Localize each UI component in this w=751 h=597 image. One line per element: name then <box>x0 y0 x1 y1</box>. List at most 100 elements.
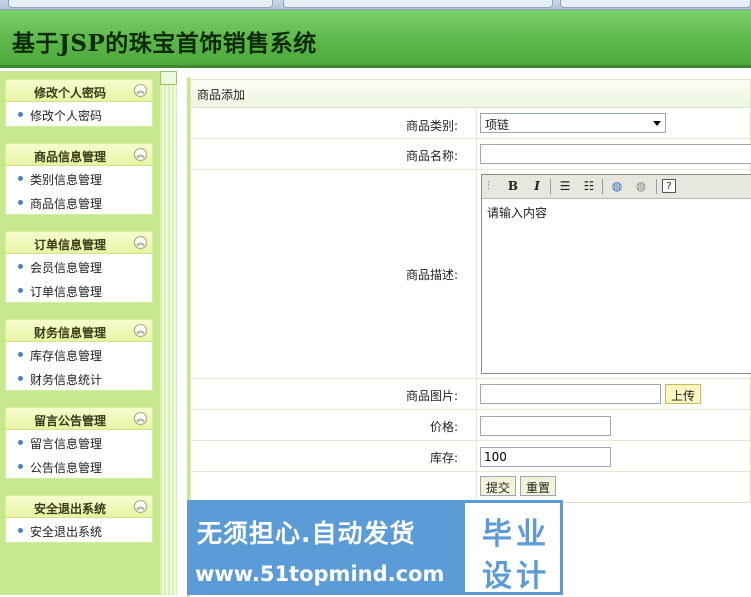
product-name-input[interactable] <box>480 144 751 164</box>
divider <box>476 441 477 471</box>
help-icon[interactable]: ? <box>662 179 676 193</box>
sidebar-item-label: 财务信息统计 <box>30 373 103 387</box>
insert-link-icon[interactable]: ◍ <box>608 178 626 195</box>
sidebar-item-stock[interactable]: 库存信息管理 <box>6 342 152 366</box>
form-row-price: 价格: <box>191 410 750 441</box>
sidebar-item-logout[interactable]: 安全退出系统 <box>6 518 152 542</box>
splitter-handle[interactable] <box>160 71 177 85</box>
form-row-name: 商品名称: <box>191 139 751 170</box>
sidebar-item-notices[interactable]: 公告信息管理 <box>6 454 152 478</box>
bullet-icon <box>18 176 23 181</box>
remove-link-icon[interactable]: ◍ <box>632 178 650 195</box>
watermark-left: 无须担心.自动发货 www.51topmind.com <box>187 500 462 595</box>
bullet-icon <box>18 528 23 533</box>
description-label: 商品描述: <box>405 268 458 282</box>
upload-button[interactable]: 上传 <box>665 384 702 404</box>
toolbar-separator <box>602 179 603 194</box>
collapse-icon[interactable]: ︽ <box>134 500 147 513</box>
browser-tab-active[interactable] <box>283 0 553 8</box>
menu-group-header[interactable]: 修改个人密码 ︽ <box>6 80 152 102</box>
menu-group-header[interactable]: 商品信息管理 ︽ <box>6 144 152 166</box>
sidebar-item-label: 修改个人密码 <box>30 109 103 123</box>
menu-group-title: 财务信息管理 <box>33 326 106 340</box>
sidebar-item-product[interactable]: 商品信息管理 <box>6 190 152 214</box>
sidebar-item-label: 公告信息管理 <box>30 461 103 475</box>
collapse-icon[interactable]: ︽ <box>134 148 147 161</box>
product-add-form: 商品添加 商品类别: 项链 商品名称: 商品描述: ⋮ B I ☰ ☷ ◍ ◍ <box>190 79 751 503</box>
browser-tab[interactable] <box>8 0 273 8</box>
sidebar-item-finance-stats[interactable]: 财务信息统计 <box>6 366 152 390</box>
price-label: 价格: <box>429 420 458 434</box>
ordered-list-icon[interactable]: ☰ <box>556 178 574 195</box>
divider <box>476 170 477 378</box>
chevron-down-icon <box>653 121 661 126</box>
sidebar-item-change-password[interactable]: 修改个人密码 <box>6 102 152 126</box>
category-select-value: 项链 <box>485 118 510 132</box>
divider <box>476 379 477 409</box>
menu-group-header[interactable]: 留言公告管理 ︽ <box>6 408 152 430</box>
stock-label: 库存: <box>429 451 458 465</box>
browser-tab-strip <box>0 0 751 10</box>
form-title: 商品添加 <box>191 80 750 108</box>
menu-group-message: 留言公告管理 ︽ 留言信息管理 公告信息管理 <box>5 407 153 479</box>
bold-icon[interactable]: B <box>504 178 522 195</box>
watermark-text-bottom: 设计 <box>482 559 550 594</box>
price-input[interactable] <box>480 416 611 436</box>
form-row-actions: 提交 重置 <box>191 472 750 502</box>
reset-button[interactable]: 重置 <box>520 476 557 496</box>
divider <box>476 108 477 138</box>
bullet-icon <box>18 464 23 469</box>
rich-text-editor[interactable]: ⋮ B I ☰ ☷ ◍ ◍ ? 请输入内容 <box>481 174 751 374</box>
app-header: 基于JSP的珠宝首饰销售系统 <box>0 10 751 68</box>
category-label: 商品类别: <box>405 119 458 133</box>
menu-group-title: 订单信息管理 <box>33 238 106 252</box>
collapse-icon[interactable]: ︽ <box>134 84 147 97</box>
menu-group-title: 留言公告管理 <box>33 414 106 428</box>
collapse-icon[interactable]: ︽ <box>134 236 147 249</box>
browser-tab[interactable] <box>560 0 751 8</box>
stock-input[interactable] <box>480 447 611 467</box>
watermark-right: 毕业 设计 <box>462 500 563 595</box>
sidebar-item-label: 商品信息管理 <box>30 197 103 211</box>
menu-group-title: 安全退出系统 <box>33 502 106 516</box>
form-row-category: 商品类别: 项链 <box>191 108 750 139</box>
sidebar-item-category[interactable]: 类别信息管理 <box>6 166 152 190</box>
watermark-text-top: 毕业 <box>482 517 550 552</box>
collapse-icon[interactable]: ︽ <box>134 412 147 425</box>
menu-group-header[interactable]: 订单信息管理 ︽ <box>6 232 152 254</box>
form-row-description: 商品描述: ⋮ B I ☰ ☷ ◍ ◍ ? 请输入内容 <box>191 170 751 379</box>
menu-group-header[interactable]: 安全退出系统 ︽ <box>6 496 152 518</box>
menu-group-order: 订单信息管理 ︽ 会员信息管理 订单信息管理 <box>5 231 153 303</box>
unordered-list-icon[interactable]: ☷ <box>580 178 598 195</box>
menu-group-product: 商品信息管理 ︽ 类别信息管理 商品信息管理 <box>5 143 153 215</box>
menu-group-finance: 财务信息管理 ︽ 库存信息管理 财务信息统计 <box>5 319 153 391</box>
bullet-icon <box>18 112 23 117</box>
menu-group-header[interactable]: 财务信息管理 ︽ <box>6 320 152 342</box>
bullet-icon <box>18 440 23 445</box>
form-row-stock: 库存: <box>191 441 750 472</box>
submit-button[interactable]: 提交 <box>480 476 517 496</box>
sidebar-item-order[interactable]: 订单信息管理 <box>6 278 152 302</box>
collapse-icon[interactable]: ︽ <box>134 324 147 337</box>
toolbar-handle-icon: ⋮ <box>484 181 493 191</box>
divider <box>476 472 477 502</box>
sidebar-item-messages[interactable]: 留言信息管理 <box>6 430 152 454</box>
sidebar-item-member[interactable]: 会员信息管理 <box>6 254 152 278</box>
bullet-icon <box>18 288 23 293</box>
category-select[interactable]: 项链 <box>480 113 666 133</box>
editor-content[interactable]: 请输入内容 <box>482 199 751 226</box>
italic-icon[interactable]: I <box>528 178 546 195</box>
watermark-slogan: 无须担心.自动发货 <box>197 519 416 548</box>
bullet-icon <box>18 352 23 357</box>
bullet-icon <box>18 200 23 205</box>
watermark-url: www.51topmind.com <box>195 562 445 586</box>
toolbar-separator <box>550 179 551 194</box>
sidebar-item-label: 类别信息管理 <box>30 173 103 187</box>
sidebar-item-label: 会员信息管理 <box>30 261 103 275</box>
sidebar-item-label: 安全退出系统 <box>30 525 103 539</box>
menu-group-password: 修改个人密码 ︽ 修改个人密码 <box>5 79 153 127</box>
form-row-image: 商品图片: 上传 <box>191 379 750 410</box>
toolbar-separator <box>656 179 657 194</box>
image-path-input[interactable] <box>480 384 661 404</box>
frame-splitter[interactable] <box>160 71 177 595</box>
